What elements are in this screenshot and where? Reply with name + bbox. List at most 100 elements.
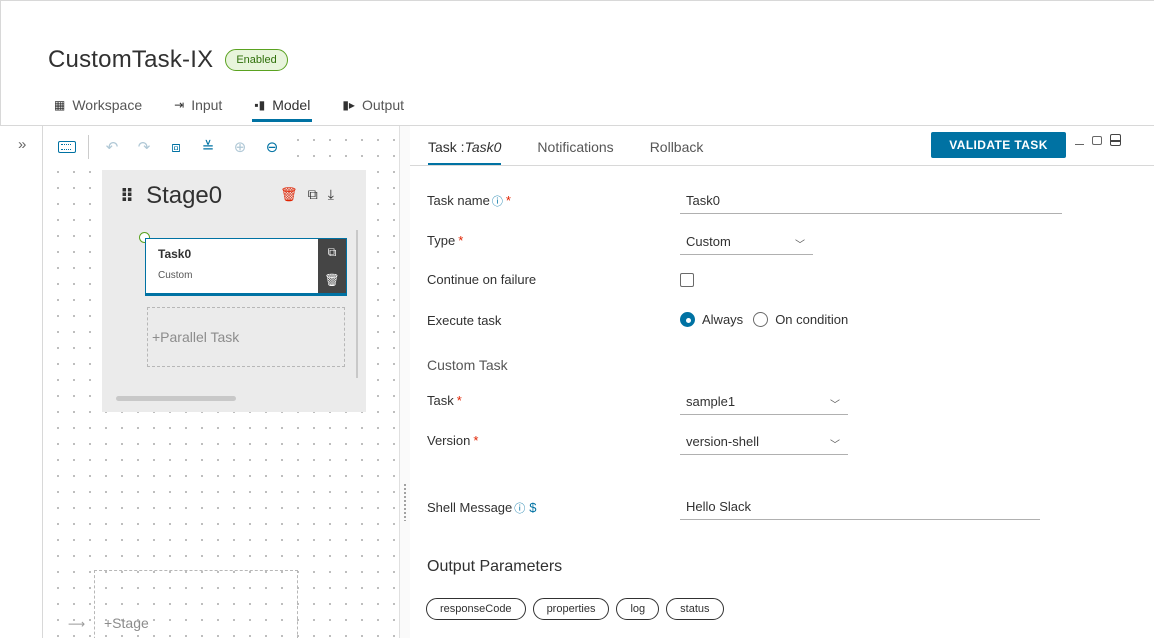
- minimize-icon[interactable]: [1075, 143, 1084, 145]
- chevron-down-icon: ﹀: [830, 400, 840, 411]
- import-stage-icon[interactable]: ⤓: [328, 186, 334, 203]
- redo-icon[interactable]: ↷: [131, 135, 157, 159]
- version-label-text: Version: [427, 433, 471, 448]
- tab-task-name: Task0: [464, 139, 502, 155]
- info-icon[interactable]: ⓘ: [492, 196, 503, 208]
- panel-tabs-divider: [410, 165, 1154, 166]
- info-icon[interactable]: ⓘ: [514, 503, 525, 515]
- tab-output[interactable]: ▮▸ Output: [342, 93, 404, 117]
- task-label: Task *: [427, 393, 462, 408]
- restore-icon[interactable]: [1092, 135, 1102, 145]
- tab-input-label: Input: [191, 97, 223, 113]
- tab-workspace-label: Workspace: [72, 97, 143, 113]
- align-icon[interactable]: ≚: [195, 135, 221, 159]
- task-card-name: Task0: [158, 247, 192, 261]
- canvas-toolbar: ↶ ↷ ⧈ ≚ ⊕ ⊖: [54, 134, 297, 160]
- status-badge: Enabled: [225, 49, 288, 71]
- task-name-value: Task0: [686, 193, 720, 208]
- execute-task-label: Execute task: [427, 313, 502, 328]
- stage-header: ⠿ Stage0: [120, 182, 222, 210]
- task-card-actions: ⧉ 🗑: [318, 239, 346, 293]
- tab-rollback[interactable]: Rollback: [650, 128, 704, 166]
- task-panel-tabs: Task : Task0 Notifications Rollback: [428, 128, 739, 166]
- stage-horizontal-scrollbar[interactable]: [116, 396, 236, 401]
- type-value: Custom: [686, 234, 731, 249]
- shell-message-value: Hello Slack: [686, 499, 752, 514]
- type-label: Type *: [427, 233, 463, 248]
- tab-workspace[interactable]: ▦ Workspace: [54, 93, 142, 117]
- chevron-down-icon: ﹀: [830, 440, 840, 451]
- panel-window-controls: [1075, 134, 1121, 146]
- execute-task-radio-group: Always On condition: [680, 312, 858, 327]
- radio-on-condition-label: On condition: [775, 312, 849, 327]
- tab-model[interactable]: ▪▮ Model: [252, 93, 313, 122]
- tab-task-prefix: Task :: [428, 139, 465, 155]
- stage-container[interactable]: ⠿ Stage0 🗑 ⧉ ⤓ Task0 Custom ⧉ 🗑 +Paralle…: [102, 170, 366, 412]
- tab-notifications[interactable]: Notifications: [537, 128, 613, 166]
- continue-on-failure-label: Continue on failure: [427, 272, 537, 287]
- task-card-type: Custom: [158, 270, 193, 281]
- splitter-grip-icon[interactable]: [403, 483, 408, 521]
- add-stage-button[interactable]: +Stage: [104, 615, 149, 631]
- task-name-label-text: Task name: [427, 193, 490, 208]
- output-chip-responsecode[interactable]: responseCode: [426, 598, 526, 620]
- output-icon: ▮▸: [342, 98, 355, 112]
- tab-task[interactable]: Task : Task0: [428, 128, 502, 166]
- input-icon: ⇥: [174, 98, 185, 112]
- copy-task-icon[interactable]: ⧉: [328, 245, 337, 260]
- version-label: Version *: [427, 433, 478, 448]
- parallel-task-button[interactable]: +Parallel Task: [147, 307, 345, 367]
- task-name-input[interactable]: Task0: [680, 193, 1062, 214]
- tab-input[interactable]: ⇥ Input: [174, 93, 222, 117]
- fit-view-icon[interactable]: ⧈: [163, 135, 189, 159]
- validate-task-button[interactable]: VALIDATE TASK: [931, 132, 1066, 158]
- undo-icon[interactable]: ↶: [99, 135, 125, 159]
- type-select[interactable]: Custom ﹀: [680, 234, 813, 255]
- shell-message-input[interactable]: Hello Slack: [680, 499, 1040, 520]
- shell-message-label-text: Shell Message: [427, 500, 513, 515]
- required-marker: *: [505, 193, 511, 208]
- required-marker: *: [473, 433, 479, 448]
- top-border: [0, 0, 1154, 1]
- stage-vertical-scrollbar[interactable]: [356, 230, 358, 378]
- output-chip-log[interactable]: log: [616, 598, 660, 620]
- output-chip-properties[interactable]: properties: [532, 598, 610, 620]
- keyboard-icon[interactable]: [54, 135, 80, 159]
- page-header: CustomTask-IX Enabled: [48, 40, 288, 80]
- zoom-in-icon[interactable]: ⊕: [227, 135, 253, 159]
- radio-always[interactable]: Always: [680, 312, 743, 327]
- required-marker: *: [456, 393, 462, 408]
- page-title: CustomTask-IX: [48, 46, 214, 73]
- model-icon: ▪▮: [254, 98, 266, 112]
- output-parameters-title: Output Parameters: [427, 558, 563, 575]
- output-parameter-chips: responseCode properties log status: [426, 598, 724, 620]
- radio-on-condition[interactable]: On condition: [753, 312, 848, 327]
- version-select-value: version-shell: [686, 434, 759, 449]
- delete-stage-icon[interactable]: 🗑: [280, 186, 298, 203]
- drag-handle-icon[interactable]: ⠿: [120, 186, 134, 207]
- tab-model-label: Model: [272, 97, 311, 113]
- type-label-text: Type: [427, 233, 456, 248]
- task-label-text: Task: [427, 393, 454, 408]
- continue-on-failure-checkbox[interactable]: [680, 273, 694, 287]
- radio-always-button[interactable]: [680, 312, 695, 327]
- task-select[interactable]: sample1 ﹀: [680, 394, 848, 415]
- delete-task-icon[interactable]: 🗑: [324, 273, 339, 287]
- zoom-out-icon[interactable]: ⊖: [259, 135, 285, 159]
- copy-stage-icon[interactable]: ⧉: [308, 186, 318, 203]
- workspace-icon: ▦: [54, 98, 66, 112]
- chevron-down-icon: ﹀: [795, 240, 805, 251]
- panel-splitter[interactable]: [399, 126, 410, 638]
- split-view-icon[interactable]: [1110, 134, 1121, 146]
- tab-output-label: Output: [361, 97, 404, 113]
- required-marker: *: [458, 233, 464, 248]
- expand-chevron-icon[interactable]: »: [18, 136, 26, 153]
- stage-actions: 🗑 ⧉ ⤓: [280, 186, 344, 203]
- radio-always-label: Always: [702, 312, 744, 327]
- collapse-column: »: [0, 126, 43, 638]
- output-chip-status[interactable]: status: [666, 598, 724, 620]
- radio-on-condition-button[interactable]: [753, 312, 769, 327]
- version-select[interactable]: version-shell ﹀: [680, 434, 848, 455]
- task-card[interactable]: Task0 Custom ⧉ 🗑: [145, 238, 347, 296]
- variable-dollar-icon[interactable]: $: [529, 500, 536, 515]
